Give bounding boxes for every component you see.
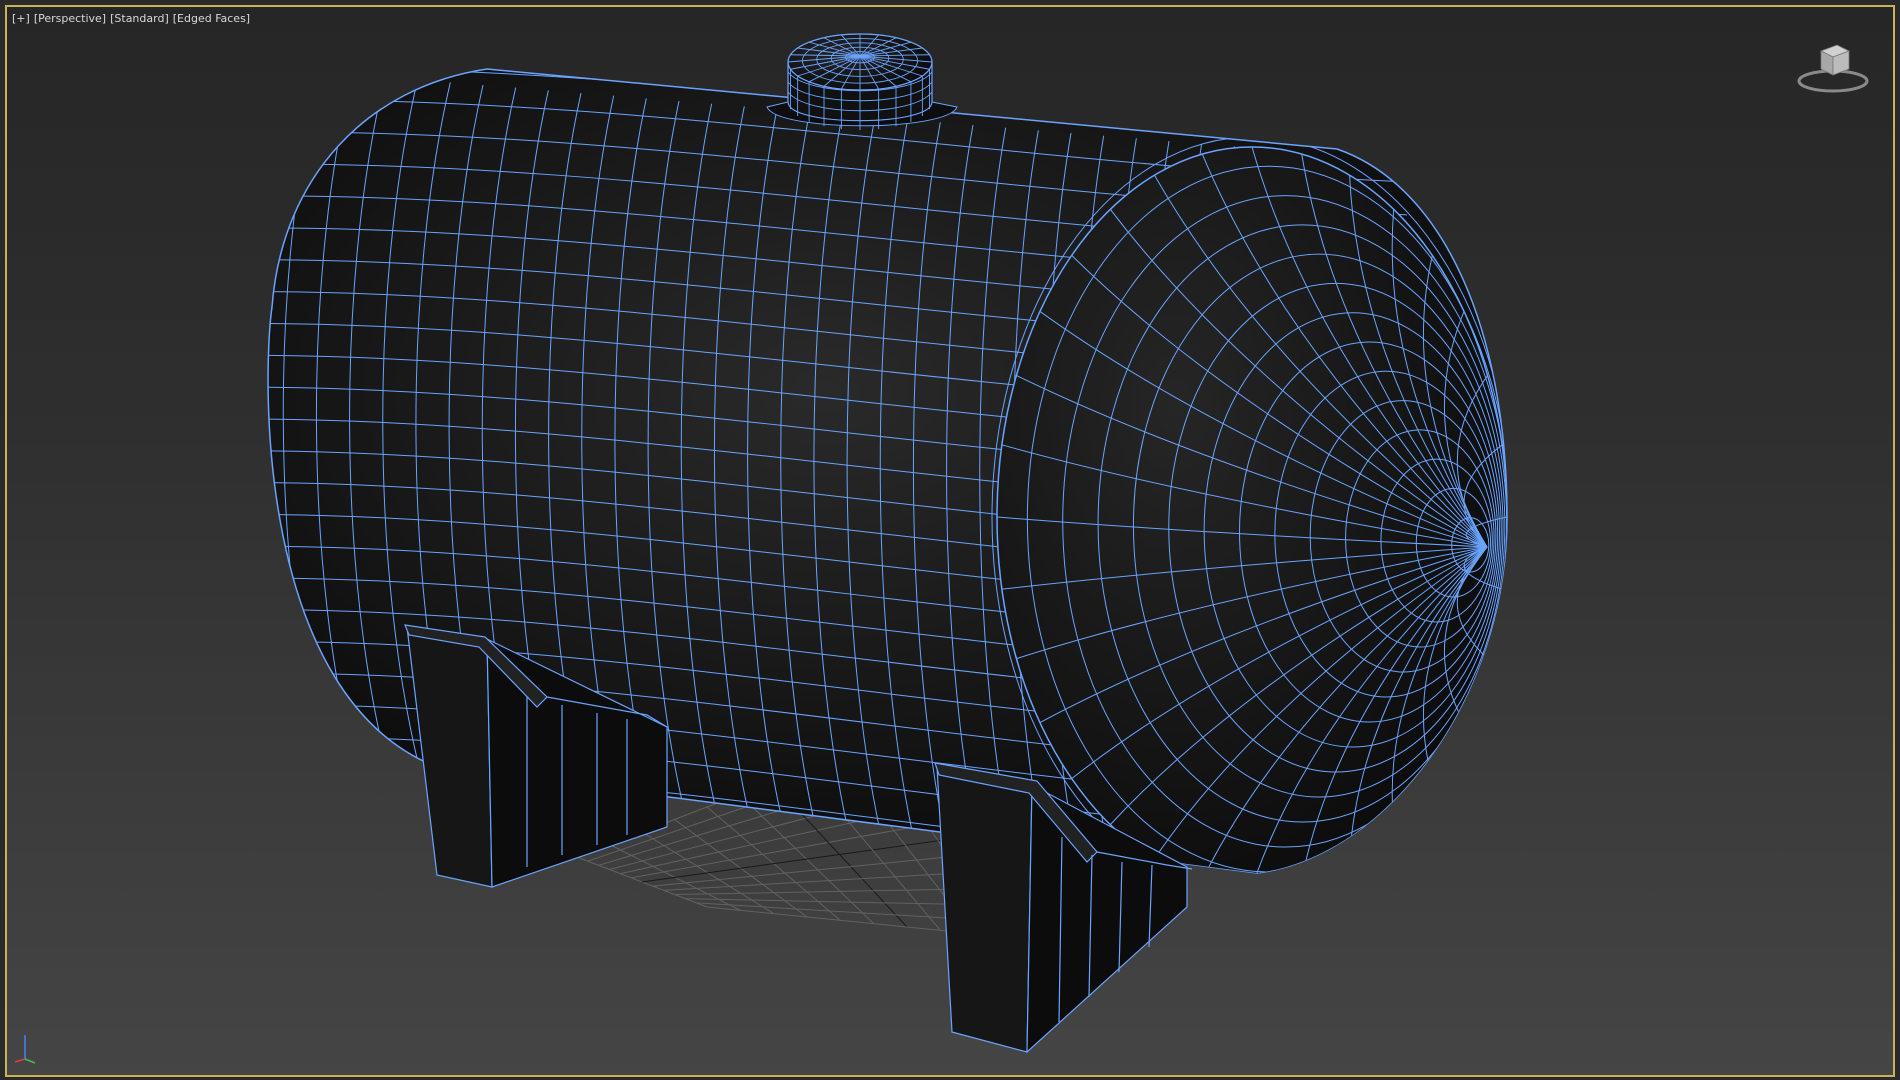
viewport-menu-button[interactable]: [+] (12, 12, 30, 25)
viewcube-icon[interactable] (1793, 37, 1873, 97)
perspective-viewport[interactable]: [+] [Perspective] [Standard] [Edged Face… (5, 5, 1895, 1077)
tank-nozzle-mesh[interactable] (766, 33, 958, 130)
edges-mode-button[interactable]: [Edged Faces] (173, 12, 250, 25)
shading-mode-button[interactable]: [Standard] (110, 12, 169, 25)
view-mode-button[interactable]: [Perspective] (34, 12, 106, 25)
scene-canvas[interactable] (7, 7, 1893, 1075)
axis-tripod-icon (14, 1035, 36, 1064)
viewport-label: [+] [Perspective] [Standard] [Edged Face… (12, 12, 250, 25)
